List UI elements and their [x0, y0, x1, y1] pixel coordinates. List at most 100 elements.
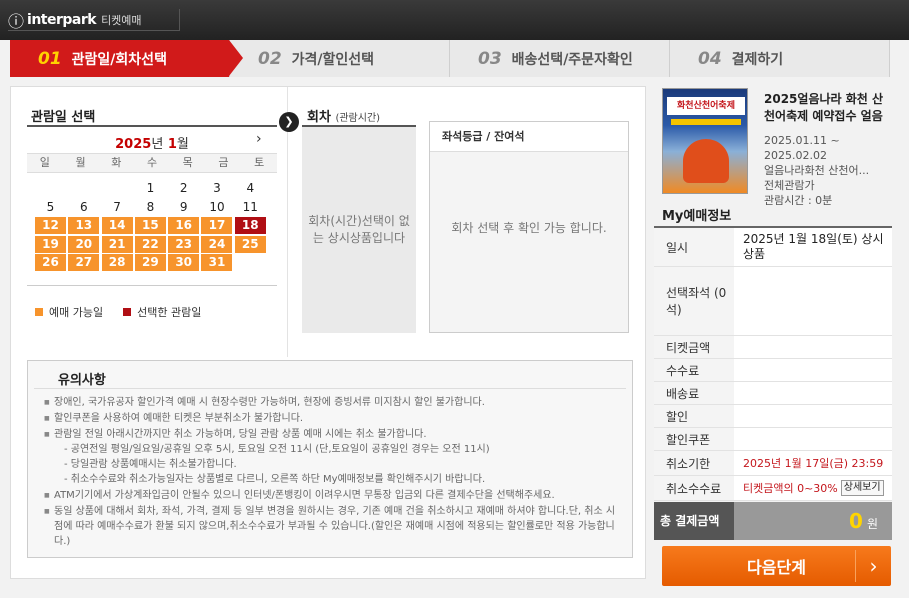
row-key: 일시	[654, 228, 734, 266]
row-coupon: 할인쿠폰	[654, 428, 892, 451]
poster-text: 화천산천어축제	[667, 97, 745, 115]
calendar-day: 2	[179, 181, 188, 195]
event-period: 2025.01.11 ~ 2025.02.02	[764, 134, 840, 162]
calendar-day-available[interactable]: 29	[134, 254, 166, 271]
step-number: 01	[38, 48, 62, 69]
notice-item: ATM기기에서 가상계좌입금이 안될수 있으니 인터넷/폰뱅킹이 이려우시면 무…	[44, 488, 624, 503]
row-key: 취소기한	[654, 451, 734, 475]
notice-list: 장애인, 국가유공자 할인가격 예매 시 현장수령만 가능하며, 현장에 증빙서…	[28, 389, 632, 549]
event-age: 전체관람가	[764, 179, 815, 192]
calendar-day-available[interactable]: 12	[35, 217, 66, 234]
calendar-day: 9	[179, 199, 188, 214]
row-key: 티켓금액	[654, 336, 734, 358]
calendar-day-available[interactable]: 13	[68, 217, 100, 234]
selected-legend-swatch	[123, 308, 132, 316]
row-value: 2025년 1월 17일(금) 23:59	[734, 451, 892, 475]
row-key: 취소수수료	[654, 476, 734, 500]
notice-subitem: - 당일관람 상품예매시는 취소불가합니다.	[64, 459, 237, 470]
interpark-mark-icon: ⓘ	[8, 11, 25, 31]
weekday-label: 토	[254, 156, 265, 169]
round-list: 회차(시간)선택이 없는 상시상품입니다	[302, 127, 416, 333]
row-key: 선택좌석 (0석)	[654, 267, 734, 335]
calendar-day-available[interactable]: 22	[134, 235, 166, 253]
legend-selected-label: 선택한 관람일	[137, 306, 202, 319]
calendar-day-available[interactable]: 30	[168, 254, 200, 271]
step-label: 가격/할인선택	[291, 51, 375, 68]
notice-item: 할인쿠폰을 사용하여 예매한 티켓은 부분취소가 불가합니다.	[44, 411, 624, 426]
calendar-day-available[interactable]: 28	[101, 254, 133, 271]
row-cancel-deadline: 취소기한 2025년 1월 17일(금) 23:59	[654, 451, 892, 476]
row-datetime: 일시 2025년 1월 18일(토) 상시상품	[654, 228, 892, 267]
seat-message: 회차 선택 후 확인 가능 합니다.	[451, 221, 607, 235]
my-booking-table: 일시 2025년 1월 18일(토) 상시상품 선택좌석 (0석) 티켓금액 수…	[654, 226, 892, 501]
calendar-day-available[interactable]: 15	[134, 217, 166, 234]
total-amount: 0원	[734, 509, 892, 533]
cancel-fee-value: 티켓금액의 0~30%	[743, 481, 838, 495]
main-panel: 관람일 선택 2025년 1월 › 일월화수목금토 1 2 3 4 5 6 7 8 9 10 11 1…	[10, 86, 646, 579]
row-value	[734, 382, 892, 404]
event-title: 2025얼음나라 화천 산천어축제 예약접수 얼음	[764, 92, 884, 123]
calendar-year: 2025	[115, 137, 152, 152]
calendar-month-number: 1	[167, 137, 177, 152]
step-delivery-confirm: 03 배송선택/주문자확인	[450, 40, 670, 77]
row-value: 티켓금액의 0~30% 상세보기	[734, 476, 892, 500]
calendar-day: 6	[79, 199, 88, 214]
step-label: 관람일/회차선택	[71, 51, 167, 68]
chevron-right-icon: ›	[855, 550, 891, 582]
seat-grade-title: 좌석등급 / 잔여석	[430, 122, 628, 152]
calendar-day-available[interactable]: 26	[35, 254, 66, 271]
total-amount-value: 0	[849, 509, 863, 533]
total-amount-bar: 총 결제금액 0원	[654, 502, 892, 540]
calendar-day-available[interactable]: 17	[201, 217, 233, 234]
round-title-text: 회차	[307, 110, 331, 125]
calendar-grid: 1 2 3 4 5 6 7 8 9 10 11 12 13 14 15 16 17 18 19 20 21 22 23 24 2…	[35, 180, 277, 273]
calendar-day-available[interactable]: 24	[201, 235, 233, 253]
poster-figure	[683, 139, 729, 183]
calendar-day-available[interactable]: 16	[168, 217, 200, 234]
calendar-week: 5 6 7 8 9 10 11	[35, 199, 277, 216]
calendar-day-available[interactable]: 19	[35, 235, 66, 253]
calendar-day-available[interactable]: 21	[101, 235, 133, 253]
row-value	[734, 428, 892, 450]
weekday-label: 수	[146, 156, 158, 169]
notice-item-text: 관람일 전일 아래시간까지만 취소 가능하며, 당일 관람 상품 예매 시에는 …	[54, 429, 427, 440]
next-step-button[interactable]: 다음단계 ›	[662, 546, 891, 586]
calendar-day: 1	[146, 181, 155, 195]
calendar-day: 7	[113, 199, 121, 214]
calendar-day: 5	[46, 199, 55, 214]
row-ticket-amount: 티켓금액	[654, 336, 892, 359]
next-month-chevron-icon[interactable]: ›	[256, 131, 262, 147]
calendar-day: 11	[242, 199, 258, 214]
calendar-day	[235, 254, 266, 271]
calendar-weekdays: 일월화수목금토	[27, 153, 277, 173]
event-poster: 화천산천어축제	[662, 88, 748, 194]
calendar-day: 8	[146, 199, 155, 214]
seat-grade-panel: 좌석등급 / 잔여석 회차 선택 후 확인 가능 합니다.	[429, 121, 629, 333]
service-name: 티켓예매	[101, 13, 142, 27]
available-legend-swatch	[35, 308, 43, 316]
calendar-day-available[interactable]: 31	[201, 254, 233, 271]
total-label: 총 결제금액	[654, 502, 734, 540]
step-payment: 04 결제하기	[670, 40, 890, 77]
my-booking-title: My예매정보	[662, 209, 732, 224]
calendar-year-suffix: 년	[151, 137, 164, 152]
row-seats: 선택좌석 (0석)	[654, 267, 892, 336]
calendar-day-selected[interactable]: 18	[234, 217, 266, 234]
step-number: 04	[698, 48, 722, 69]
interpark-logo[interactable]: ⓘ interpark 티켓예매	[8, 9, 180, 31]
row-key: 수수료	[654, 359, 734, 381]
arrow-right-icon: ❯	[279, 112, 299, 132]
calendar-day-available[interactable]: 14	[101, 217, 133, 234]
row-value	[734, 267, 892, 335]
calendar-day-available[interactable]: 20	[68, 235, 100, 253]
detail-view-button[interactable]: 상세보기	[840, 480, 884, 496]
step-number: 02	[258, 48, 282, 69]
row-shipping: 배송료	[654, 382, 892, 405]
round-title-sub: (관람시간)	[335, 113, 381, 124]
row-value	[734, 405, 892, 427]
calendar-day-available[interactable]: 25	[234, 235, 266, 253]
next-step-label: 다음단계	[747, 558, 806, 577]
notice-title: 유의사항	[34, 361, 626, 389]
calendar-day-available[interactable]: 23	[168, 235, 200, 253]
calendar-day-available[interactable]: 27	[68, 254, 100, 271]
